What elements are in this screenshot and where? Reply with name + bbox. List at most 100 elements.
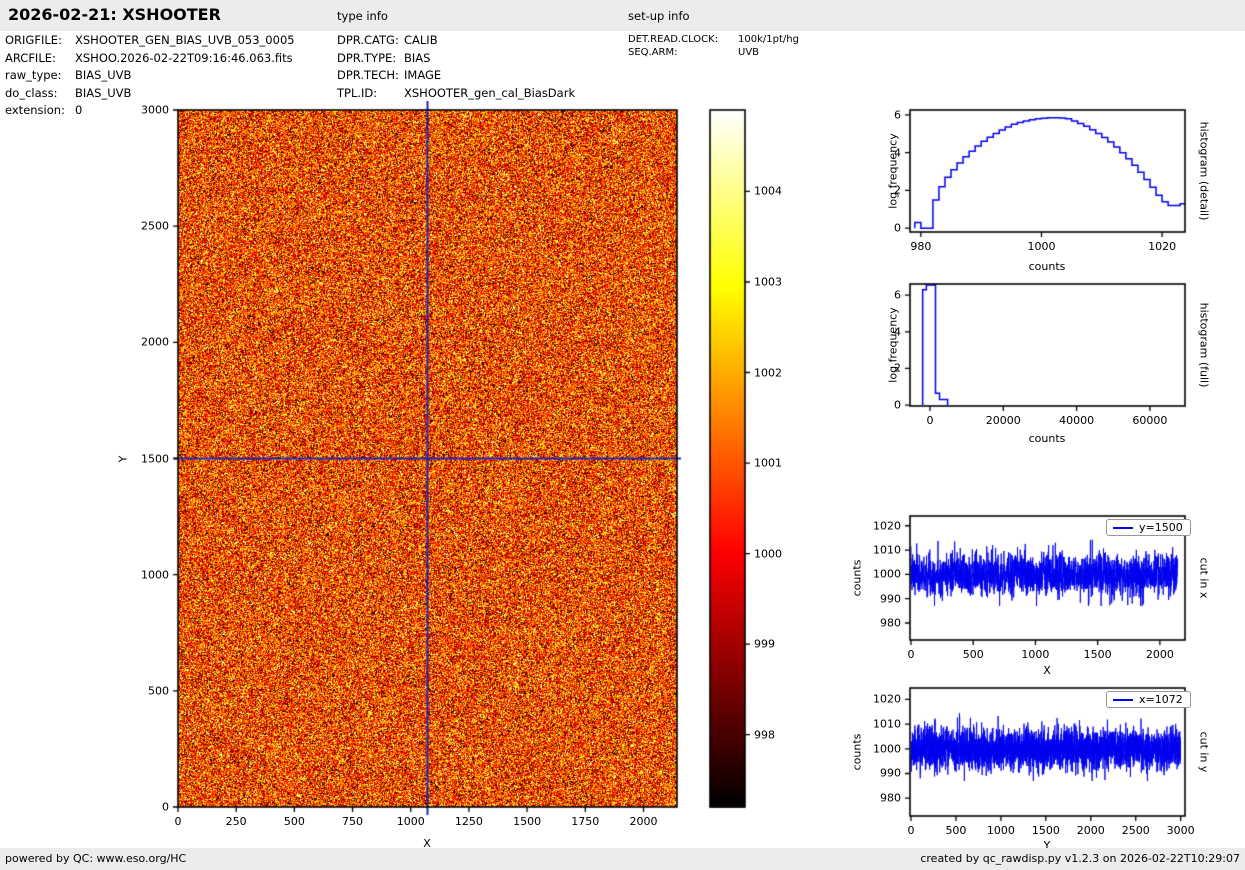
- cut-y-legend-label: x=1072: [1139, 693, 1183, 706]
- x-tick-label: 40000: [1059, 414, 1094, 427]
- file-info-value: BIAS_UVB: [75, 86, 131, 100]
- type-info-label: DPR.CATG:: [337, 33, 399, 47]
- main-yaxis-label: Y: [117, 456, 130, 463]
- y-tick-label: 3000: [141, 104, 169, 117]
- x-tick-label: 500: [284, 815, 305, 828]
- x-tick-label: 500: [963, 648, 984, 661]
- colorbar-tick-label: 1001: [754, 457, 782, 470]
- x-tick-label: 0: [907, 648, 914, 661]
- colorbar-tick-label: 1002: [754, 366, 782, 379]
- x-tick-label: 0: [926, 414, 933, 427]
- x-tick-label: 750: [342, 815, 363, 828]
- x-tick-label: 500: [945, 824, 966, 837]
- x-tick-label: 1250: [455, 815, 483, 828]
- y-tick-label: 1000: [141, 568, 169, 581]
- setup-info-value: UVB: [738, 47, 759, 58]
- y-tick-label: 1500: [141, 452, 169, 465]
- y-tick-label: 980: [880, 792, 901, 805]
- type-info-value: IMAGE: [404, 68, 441, 82]
- file-info-label: do_class:: [5, 86, 58, 100]
- x-tick-label: 980: [910, 240, 931, 253]
- y-tick-label: 1020: [873, 693, 901, 706]
- y-tick-label: 0: [894, 399, 901, 412]
- x-tick-label: 60000: [1132, 414, 1167, 427]
- x-tick-label: 0: [907, 824, 914, 837]
- y-tick-label: 990: [880, 767, 901, 780]
- type-info-label: DPR.TECH:: [337, 68, 399, 82]
- y-tick-label: 6: [894, 108, 901, 121]
- x-tick-label: 1000: [397, 815, 425, 828]
- cut-y-legend: x=1072: [1106, 691, 1191, 708]
- x-tick-label: 1000: [1027, 240, 1055, 253]
- footer-right-text: created by qc_rawdisp.py v1.2.3 on 2026-…: [920, 852, 1240, 865]
- hist-detail-xlabel: counts: [1029, 260, 1066, 273]
- cut-x-ylabel: counts: [851, 560, 864, 597]
- colorbar-tick-label: 1003: [754, 275, 782, 288]
- y-tick-label: 4: [894, 146, 901, 159]
- file-info-label: extension:: [5, 103, 65, 117]
- type-info-value: BIAS: [404, 51, 430, 65]
- x-tick-label: 2500: [1122, 824, 1150, 837]
- section-heading-type-info: type info: [337, 9, 388, 23]
- cut-y-side-label: cut in y: [1198, 732, 1211, 773]
- x-tick-label: 2000: [1146, 648, 1174, 661]
- colorbar-tick-label: 998: [754, 728, 775, 741]
- colorbar-tick-label: 1000: [754, 547, 782, 560]
- qc-report-page: 2026-02-21: XSHOOTER type info set-up in…: [0, 0, 1245, 870]
- x-tick-label: 1020: [1148, 240, 1176, 253]
- section-heading-setup-info: set-up info: [628, 9, 690, 23]
- x-tick-label: 1500: [1032, 824, 1060, 837]
- file-info-value: XSHOOTER_GEN_BIAS_UVB_053_0005: [75, 33, 295, 47]
- hist-detail-ylabel: log frequency: [887, 133, 900, 208]
- y-tick-label: 990: [880, 592, 901, 605]
- file-info-label: ARCFILE:: [5, 51, 56, 65]
- setup-info-label: SEQ.ARM:: [628, 47, 678, 58]
- y-tick-label: 500: [148, 684, 169, 697]
- hist-detail-side-label: histogram (detail): [1198, 122, 1211, 221]
- y-tick-label: 2: [894, 362, 901, 375]
- y-tick-label: 2: [894, 184, 901, 197]
- cut-x-side-label: cut in x: [1198, 558, 1211, 599]
- cut-y-ylabel: counts: [851, 734, 864, 771]
- setup-info-label: DET.READ.CLOCK:: [628, 34, 718, 45]
- legend-line-swatch: [1113, 699, 1133, 701]
- type-info-label: TPL.ID:: [337, 86, 377, 100]
- file-info-value: 0: [75, 103, 82, 117]
- y-tick-label: 1010: [873, 544, 901, 557]
- file-info-value: XSHOO.2026-02-22T09:16:46.063.fits: [75, 51, 293, 65]
- type-info-value: XSHOOTER_gen_cal_BiasDark: [404, 86, 575, 100]
- y-tick-label: 2500: [141, 220, 169, 233]
- colorbar-tick-label: 999: [754, 638, 775, 651]
- y-tick-label: 1020: [873, 519, 901, 532]
- x-tick-label: 2000: [629, 815, 657, 828]
- y-tick-label: 1000: [873, 742, 901, 755]
- x-tick-label: 1500: [1084, 648, 1112, 661]
- x-tick-label: 1500: [513, 815, 541, 828]
- legend-line-swatch: [1113, 527, 1133, 529]
- x-tick-label: 250: [226, 815, 247, 828]
- y-tick-label: 1000: [873, 568, 901, 581]
- cut-x-legend: y=1500: [1106, 519, 1191, 536]
- y-tick-label: 0: [894, 222, 901, 235]
- y-tick-label: 1010: [873, 718, 901, 731]
- cut-x-xlabel: X: [1043, 664, 1051, 677]
- x-tick-label: 3000: [1167, 824, 1195, 837]
- setup-info-value: 100k/1pt/hg: [738, 34, 799, 45]
- x-tick-label: 1750: [571, 815, 599, 828]
- y-tick-label: 2000: [141, 336, 169, 349]
- file-info-label: raw_type:: [5, 68, 62, 82]
- file-info-value: BIAS_UVB: [75, 68, 131, 82]
- y-tick-label: 4: [894, 325, 901, 338]
- y-tick-label: 0: [162, 801, 169, 814]
- y-tick-label: 6: [894, 289, 901, 302]
- cut-x-legend-label: y=1500: [1139, 521, 1183, 534]
- x-tick-label: 0: [175, 815, 182, 828]
- x-tick-label: 1000: [987, 824, 1015, 837]
- page-title: 2026-02-21: XSHOOTER: [8, 5, 221, 24]
- hist-full-side-label: histogram (full): [1198, 303, 1211, 388]
- y-tick-label: 980: [880, 616, 901, 629]
- colorbar-tick-label: 1004: [754, 185, 782, 198]
- type-info-label: DPR.TYPE:: [337, 51, 396, 65]
- x-tick-label: 20000: [986, 414, 1021, 427]
- x-tick-label: 1000: [1021, 648, 1049, 661]
